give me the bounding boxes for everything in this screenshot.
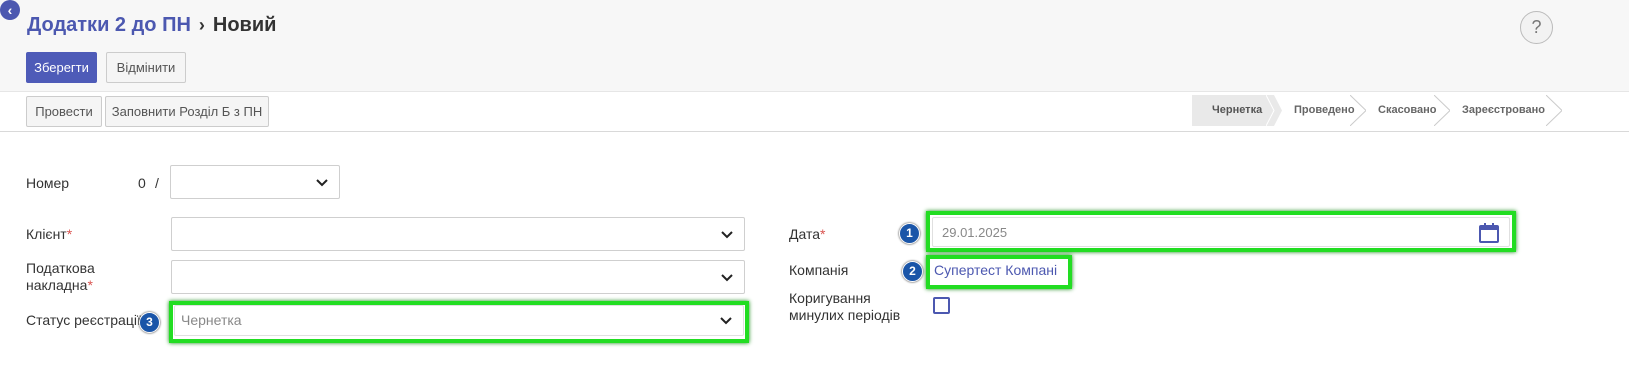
number-label: Номер [26,175,70,191]
date-label: Дата* [789,226,826,242]
chevron-down-icon [316,179,328,187]
stage-posted: Проведено [1274,95,1366,126]
stage-cancelled: Скасовано [1358,95,1450,126]
tax-invoice-select[interactable] [171,260,745,294]
fill-section-b-button[interactable]: Заповнити Розділ Б з ПН [105,96,269,127]
breadcrumb: Додатки 2 до ПН › Новий [27,14,276,37]
help-button[interactable]: ? [1520,11,1553,44]
back-chevron-icon[interactable]: ‹ [0,0,20,20]
correction-checkbox[interactable] [933,297,950,314]
company-label: Компанія [789,262,849,278]
date-input[interactable]: 29.01.2025 [932,217,1510,247]
annotation-badge-3: 3 [139,312,160,333]
chevron-down-icon [721,274,733,282]
discard-button[interactable]: Відмінити [106,52,186,83]
annotation-badge-1: 1 [899,223,920,244]
annotation-badge-2: 2 [902,261,923,282]
breadcrumb-parent-link[interactable]: Додатки 2 до ПН [27,14,191,37]
control-panel: ‹ Додатки 2 до ПН › Новий ? Зберегти Від… [0,0,1629,92]
reg-status-select-value: Чернетка [181,312,242,328]
breadcrumb-current: Новий [212,14,277,36]
correction-label: Коригування минулих періодів [789,290,901,323]
calendar-icon[interactable] [1478,222,1500,244]
stage-draft: Чернетка [1192,95,1282,126]
client-label: Клієнт* [26,226,73,242]
chevron-down-icon [720,317,732,325]
reg-status-select[interactable]: Чернетка [174,305,744,336]
tax-invoice-label: Податкова накладна* [26,260,95,293]
post-button[interactable]: Провести [26,96,102,127]
number-separator: / [155,175,159,191]
stage-arrow-icon [1546,95,1562,126]
client-select[interactable] [171,217,745,251]
stage-registered: Зареєстровано [1442,95,1562,126]
company-link[interactable]: Супертест Компані [934,262,1057,278]
number-select[interactable] [170,165,340,199]
chevron-down-icon [721,231,733,239]
date-input-value: 29.01.2025 [942,225,1008,240]
save-button[interactable]: Зберегти [26,52,97,83]
form-statusbar: Провести Заповнити Розділ Б з ПН Чернетк… [0,92,1629,132]
number-value: 0 [138,175,146,191]
chevron-right-icon: › [198,15,205,35]
reg-status-label: Статус реєстрації [26,312,141,328]
status-stages: Чернетка Проведено Скасовано Зареєстрова… [1192,95,1562,126]
